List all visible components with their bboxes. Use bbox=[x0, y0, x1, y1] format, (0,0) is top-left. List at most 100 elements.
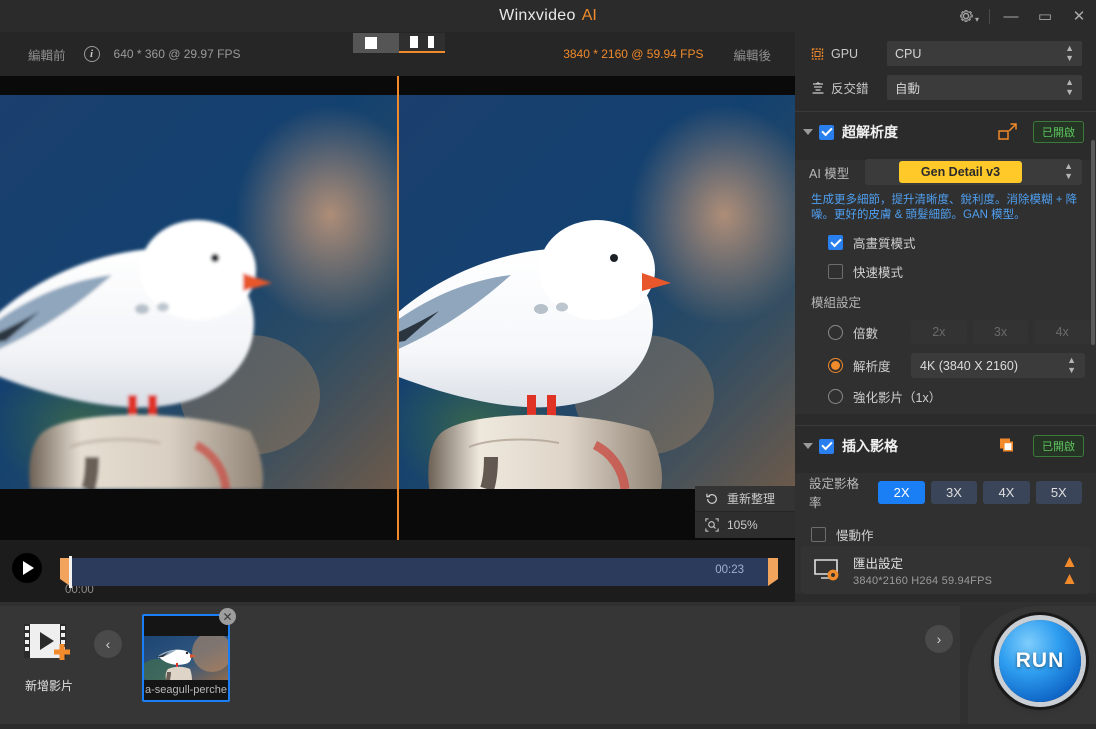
add-video-label: 新增影片 bbox=[18, 677, 80, 694]
deinterlace-icon bbox=[809, 80, 827, 96]
fast-mode-checkbox[interactable] bbox=[828, 264, 843, 279]
preview-after-pane bbox=[399, 95, 795, 489]
single-view-button[interactable] bbox=[353, 33, 399, 53]
play-button[interactable] bbox=[12, 553, 42, 583]
prev-clip-button[interactable]: ‹ bbox=[94, 630, 122, 658]
chevron-updown-icon: ▲▼ bbox=[1064, 162, 1073, 182]
fast-mode-row[interactable]: 快速模式 bbox=[828, 262, 1096, 281]
resolution-option-row[interactable]: 解析度 4K (3840 X 2160) ▲▼ bbox=[828, 353, 1096, 378]
frame-rate-5x-button[interactable]: 5X bbox=[1036, 481, 1082, 504]
fast-mode-label: 快速模式 bbox=[853, 262, 903, 281]
clip-remove-button[interactable]: ✕ bbox=[219, 608, 236, 625]
export-details: 3840*2160 H264 59.94FPS bbox=[853, 575, 992, 587]
preview-before-pane bbox=[0, 95, 397, 489]
super-resolution-title: 超解析度 bbox=[842, 122, 898, 142]
run-button-label: RUN bbox=[1016, 649, 1065, 673]
compare-divider[interactable] bbox=[397, 76, 399, 540]
clip-thumbnail-name: a-seagull-perche bbox=[144, 680, 228, 700]
frame-rate-4x-button[interactable]: 4X bbox=[983, 481, 1029, 504]
clip-thumbnail[interactable]: a-seagull-perche ✕ bbox=[142, 614, 230, 702]
frame-rate-label: 設定影格率 bbox=[809, 473, 869, 511]
resolution-value: 4K (3840 X 2160) bbox=[920, 359, 1018, 373]
frame-rate-3x-button[interactable]: 3X bbox=[931, 481, 977, 504]
app-title: Winxvideo bbox=[499, 7, 576, 25]
panel-scrollbar[interactable] bbox=[1091, 140, 1095, 345]
frame-interpolation-title: 插入影格 bbox=[842, 436, 898, 456]
resolution-radio[interactable] bbox=[828, 358, 843, 373]
after-label: 編輯後 bbox=[733, 45, 771, 64]
next-clip-button[interactable]: › bbox=[925, 625, 953, 653]
gear-icon bbox=[957, 7, 975, 25]
scale-4x-button[interactable]: 4x bbox=[1034, 320, 1090, 344]
timeline-playhead[interactable] bbox=[69, 556, 72, 588]
frames-icon[interactable] bbox=[997, 436, 1019, 456]
split-view-icon bbox=[410, 36, 434, 48]
info-icon[interactable]: i bbox=[84, 46, 100, 62]
ai-model-select[interactable]: Gen Detail v3 ▲▼ bbox=[865, 159, 1082, 185]
high-quality-mode-row[interactable]: 高畫質模式 bbox=[828, 233, 1096, 252]
scale-option-row[interactable]: 倍數 2x 3x 4x bbox=[828, 320, 1096, 344]
gpu-select[interactable]: CPU ▲▼ bbox=[887, 41, 1082, 66]
source-resolution: 640 * 360 @ 29.97 FPS bbox=[114, 47, 241, 61]
enhance-label: 強化影片（1x） bbox=[853, 387, 941, 406]
split-view-button[interactable] bbox=[399, 33, 445, 53]
scale-3x-button[interactable]: 3x bbox=[973, 320, 1029, 344]
resolution-select[interactable]: 4K (3840 X 2160) ▲▼ bbox=[911, 353, 1085, 378]
collapse-triangle-icon[interactable] bbox=[803, 443, 813, 449]
title-bar: Winxvideo AI ▾ — ▭ ✕ bbox=[0, 0, 1096, 32]
ai-model-label: AI 模型 bbox=[809, 163, 865, 182]
export-settings-bar[interactable]: 匯出設定 3840*2160 H264 59.94FPS ▲▲ bbox=[801, 546, 1090, 594]
gpu-value: CPU bbox=[895, 47, 921, 61]
export-collapse-chevron-icon[interactable]: ▲▲ bbox=[1061, 553, 1078, 587]
run-button[interactable]: RUN bbox=[999, 620, 1081, 702]
before-label: 編輯前 bbox=[28, 45, 66, 64]
scale-label: 倍數 bbox=[853, 323, 911, 342]
frame-interpolation-checkbox[interactable] bbox=[819, 439, 834, 454]
minimize-button[interactable]: — bbox=[994, 0, 1028, 32]
zoom-level-button[interactable]: 105% bbox=[695, 512, 795, 538]
titlebar-separator bbox=[989, 9, 990, 24]
ai-model-description: 生成更多細節，提升清晰度、銳利度。消除模糊 + 降噪。更好的皮膚 & 頭髮細節。… bbox=[811, 193, 1080, 223]
deinterlace-value: 自動 bbox=[895, 78, 920, 97]
export-title: 匯出設定 bbox=[853, 553, 992, 572]
view-mode-toggle bbox=[353, 33, 445, 53]
deinterlace-label: 反交錯 bbox=[831, 78, 887, 97]
zoom-fit-icon bbox=[705, 518, 719, 532]
scale-radio[interactable] bbox=[828, 325, 843, 340]
resolution-label: 解析度 bbox=[853, 356, 911, 375]
close-button[interactable]: ✕ bbox=[1062, 0, 1096, 32]
frame-rate-2x-button[interactable]: 2X bbox=[878, 481, 924, 504]
chevron-updown-icon: ▲▼ bbox=[1067, 356, 1076, 376]
ai-model-value: Gen Detail v3 bbox=[899, 161, 1022, 183]
frame-rate-row: 設定影格率 2X 3X 4X 5X bbox=[809, 473, 1082, 511]
deinterlace-select[interactable]: 自動 ▲▼ bbox=[887, 75, 1082, 100]
super-resolution-checkbox[interactable] bbox=[819, 125, 834, 140]
panel-divider-2 bbox=[795, 425, 1096, 426]
preview-viewer[interactable]: 重新整理 105% bbox=[0, 76, 795, 540]
reset-layout-button[interactable]: 重新整理 bbox=[695, 486, 795, 512]
slow-motion-checkbox[interactable] bbox=[811, 527, 826, 542]
settings-gear-button[interactable]: ▾ bbox=[951, 0, 985, 32]
chip-icon bbox=[809, 46, 827, 62]
ai-model-row: AI 模型 Gen Detail v3 ▲▼ bbox=[809, 160, 1082, 184]
enhance-radio[interactable] bbox=[828, 389, 843, 404]
maximize-button[interactable]: ▭ bbox=[1028, 0, 1062, 32]
expand-arrow-icon[interactable] bbox=[997, 122, 1019, 142]
thumbnail-preview bbox=[144, 636, 228, 680]
enhance-option-row[interactable]: 強化影片（1x） bbox=[828, 387, 1096, 406]
zoom-level-label: 105% bbox=[727, 518, 758, 532]
gpu-setting-row: GPU CPU ▲▼ bbox=[809, 41, 1082, 66]
slow-motion-row[interactable]: 慢動作 bbox=[811, 525, 1096, 544]
gpu-label: GPU bbox=[831, 47, 887, 61]
add-video-button[interactable]: 新增影片 bbox=[18, 620, 80, 694]
timeline-end-time: 00:23 bbox=[715, 564, 744, 576]
timeline-range[interactable]: 00:23 bbox=[68, 558, 768, 586]
scale-2x-button[interactable]: 2x bbox=[911, 320, 967, 344]
collapse-triangle-icon[interactable] bbox=[803, 129, 813, 135]
high-quality-mode-checkbox[interactable] bbox=[828, 235, 843, 250]
frame-interpolation-header: 插入影格 已開啟 bbox=[795, 430, 1096, 462]
add-video-icon bbox=[18, 620, 80, 666]
undo-icon bbox=[705, 492, 719, 506]
timeline-track[interactable]: 00:23 bbox=[58, 558, 778, 586]
timeline-trim-end-handle[interactable] bbox=[768, 558, 778, 586]
